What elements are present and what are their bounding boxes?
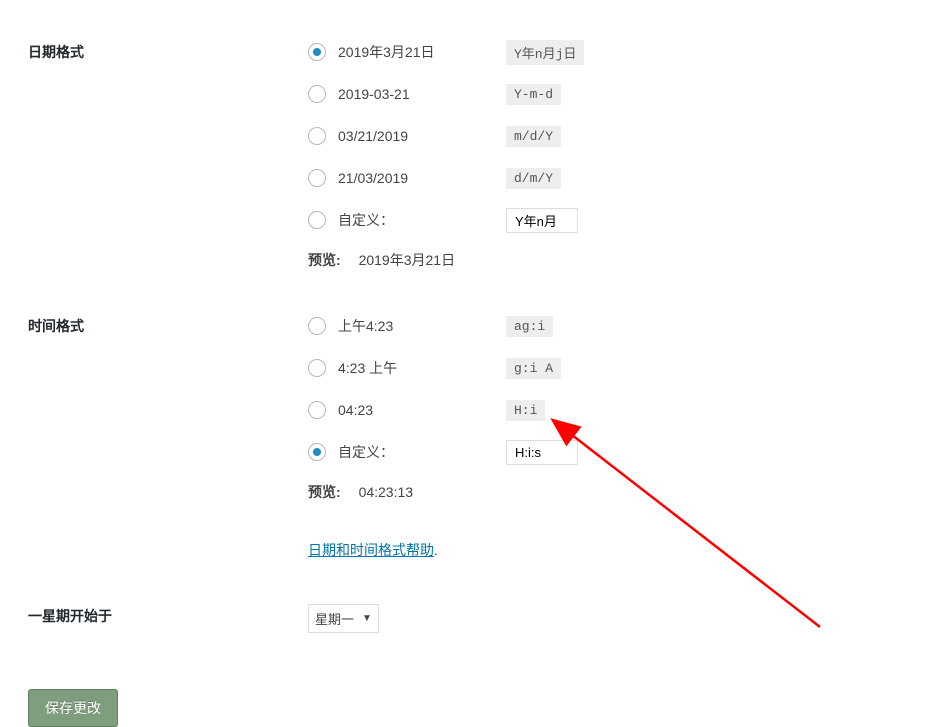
date-option-label-2: 03/21/2019 — [338, 128, 506, 144]
date-option-row[interactable]: 21/03/2019 d/m/Y — [308, 166, 943, 190]
date-custom-label: 自定义： — [338, 210, 506, 230]
datetime-help-link[interactable]: 日期和时间格式帮助 — [308, 540, 434, 560]
save-button[interactable]: 保存更改 — [28, 689, 118, 727]
time-custom-row[interactable]: 自定义： — [308, 440, 943, 464]
time-format-heading: 时间格式 — [28, 318, 84, 334]
date-custom-row[interactable]: 自定义： — [308, 208, 943, 232]
date-code-0: Y年n月j日 — [506, 40, 584, 65]
date-option-row[interactable]: 2019年3月21日 Y年n月j日 — [308, 40, 943, 64]
time-code-0: ag:i — [506, 316, 553, 337]
time-format-options: 上午4:23 ag:i 4:23 上午 g:i A 04:23 H:i 自定义：… — [308, 314, 943, 560]
week-start-selected: 星期一 — [315, 609, 354, 628]
chevron-down-icon: ▼ — [362, 613, 372, 624]
date-radio-2[interactable] — [308, 127, 326, 145]
time-radio-0[interactable] — [308, 317, 326, 335]
date-radio-1[interactable] — [308, 85, 326, 103]
time-radio-custom[interactable] — [308, 443, 326, 461]
time-code-1: g:i A — [506, 358, 561, 379]
time-format-heading-col: 时间格式 — [28, 314, 308, 560]
time-option-row[interactable]: 上午4:23 ag:i — [308, 314, 943, 338]
date-code-3: d/m/Y — [506, 168, 561, 189]
time-preview-value: 04:23:13 — [359, 484, 414, 500]
date-format-options: 2019年3月21日 Y年n月j日 2019-03-21 Y-m-d 03/21… — [308, 40, 943, 270]
date-radio-3[interactable] — [308, 169, 326, 187]
week-start-heading-col: 一星期开始于 — [28, 604, 308, 633]
date-radio-custom[interactable] — [308, 211, 326, 229]
week-start-select[interactable]: 星期一 ▼ — [308, 604, 379, 633]
time-option-row[interactable]: 04:23 H:i — [308, 398, 943, 422]
time-option-label-1: 4:23 上午 — [338, 358, 506, 378]
time-option-label-2: 04:23 — [338, 402, 506, 418]
time-radio-1[interactable] — [308, 359, 326, 377]
time-preview-row: 预览: 04:23:13 — [308, 482, 943, 502]
date-option-label-0: 2019年3月21日 — [338, 42, 506, 62]
help-link-dot: . — [434, 542, 438, 558]
date-preview-value: 2019年3月21日 — [359, 252, 456, 268]
date-option-label-3: 21/03/2019 — [338, 170, 506, 186]
date-format-heading-col: 日期格式 — [28, 40, 308, 270]
settings-form: 日期格式 2019年3月21日 Y年n月j日 2019-03-21 Y-m-d … — [0, 0, 943, 727]
date-preview-row: 预览: 2019年3月21日 — [308, 250, 943, 270]
date-format-heading: 日期格式 — [28, 44, 84, 60]
date-format-section: 日期格式 2019年3月21日 Y年n月j日 2019-03-21 Y-m-d … — [28, 40, 943, 270]
week-start-options: 星期一 ▼ — [308, 604, 943, 633]
time-option-row[interactable]: 4:23 上午 g:i A — [308, 356, 943, 380]
time-preview-label: 预览: — [308, 484, 341, 500]
time-option-label-0: 上午4:23 — [338, 316, 506, 336]
time-format-section: 时间格式 上午4:23 ag:i 4:23 上午 g:i A 04:23 H:i… — [28, 314, 943, 560]
week-start-section: 一星期开始于 星期一 ▼ — [28, 604, 943, 633]
time-custom-label: 自定义： — [338, 442, 506, 462]
date-preview-label: 预览: — [308, 252, 341, 268]
time-code-2: H:i — [506, 400, 545, 421]
date-option-label-1: 2019-03-21 — [338, 86, 506, 102]
date-code-2: m/d/Y — [506, 126, 561, 147]
date-custom-input[interactable] — [506, 208, 578, 233]
date-option-row[interactable]: 2019-03-21 Y-m-d — [308, 82, 943, 106]
time-radio-2[interactable] — [308, 401, 326, 419]
date-code-1: Y-m-d — [506, 84, 561, 105]
date-radio-0[interactable] — [308, 43, 326, 61]
time-custom-input[interactable] — [506, 440, 578, 465]
week-start-heading: 一星期开始于 — [28, 608, 112, 624]
date-option-row[interactable]: 03/21/2019 m/d/Y — [308, 124, 943, 148]
